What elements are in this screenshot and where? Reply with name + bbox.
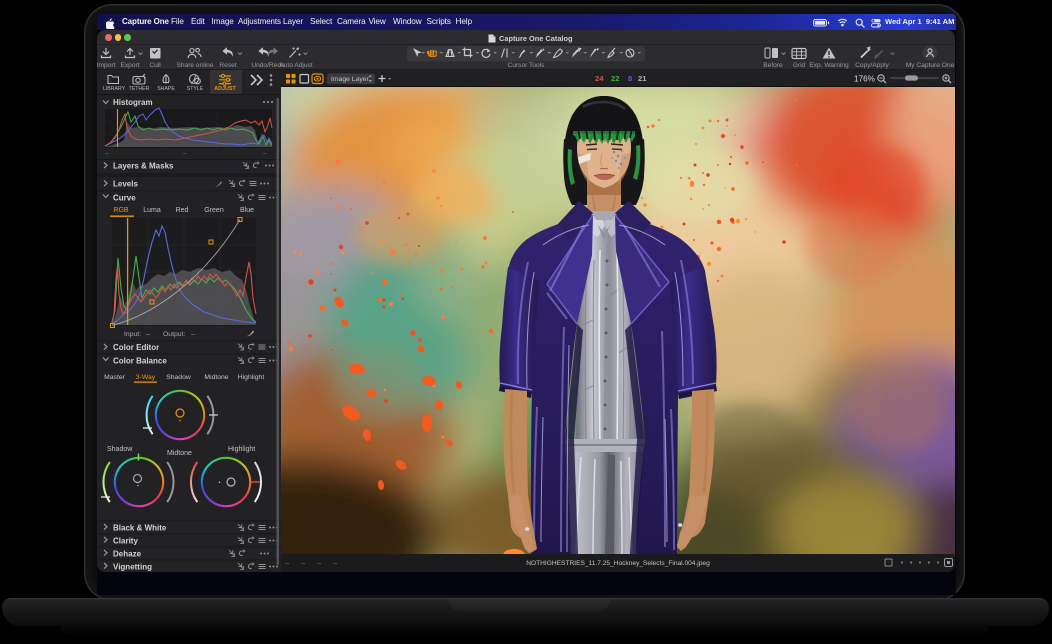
svg-text:Dehaze: Dehaze bbox=[113, 550, 142, 559]
svg-text:ADJUST: ADJUST bbox=[214, 86, 236, 92]
svg-text:8: 8 bbox=[628, 74, 632, 83]
svg-text:Green: Green bbox=[204, 207, 224, 214]
svg-text:3-Way: 3-Way bbox=[136, 374, 156, 381]
svg-text:Master: Master bbox=[104, 374, 126, 381]
svg-text:Red: Red bbox=[176, 207, 189, 214]
svg-text:Curve: Curve bbox=[113, 194, 136, 203]
svg-text:Histogram: Histogram bbox=[113, 98, 153, 107]
svg-text:--: -- bbox=[301, 560, 305, 567]
svg-text:Levels: Levels bbox=[113, 180, 138, 189]
svg-text:--: -- bbox=[191, 331, 196, 338]
svg-text:Color Balance: Color Balance bbox=[113, 357, 167, 366]
svg-text:Vignetting: Vignetting bbox=[113, 563, 152, 572]
svg-text:22: 22 bbox=[611, 74, 619, 83]
svg-text:--: -- bbox=[105, 151, 109, 157]
svg-text:Layers & Masks: Layers & Masks bbox=[113, 162, 174, 171]
svg-text:Highlight: Highlight bbox=[228, 446, 255, 453]
svg-text:--: -- bbox=[285, 560, 289, 567]
svg-text:Clarity: Clarity bbox=[113, 537, 138, 546]
svg-text:--: -- bbox=[146, 331, 151, 338]
svg-text:Midtone: Midtone bbox=[167, 450, 192, 457]
svg-text:--: -- bbox=[333, 560, 337, 567]
svg-text:SHAPE: SHAPE bbox=[157, 86, 175, 92]
svg-text:Shadow: Shadow bbox=[107, 446, 133, 453]
svg-text:--: -- bbox=[183, 151, 187, 157]
svg-text:Midtone: Midtone bbox=[204, 374, 228, 381]
svg-text:TETHER: TETHER bbox=[129, 86, 150, 92]
svg-text:Color Editor: Color Editor bbox=[113, 343, 159, 352]
svg-text:Shadow: Shadow bbox=[166, 374, 191, 381]
svg-text:RGB: RGB bbox=[113, 207, 129, 214]
svg-text:21: 21 bbox=[638, 74, 647, 83]
svg-text:--: -- bbox=[317, 560, 321, 567]
svg-text:NOTHIGHESTRIES_11.7.25_Hockney: NOTHIGHESTRIES_11.7.25_Hockney_Selects_F… bbox=[526, 560, 710, 567]
svg-text:176%: 176% bbox=[854, 75, 875, 84]
svg-text:STYLE: STYLE bbox=[187, 86, 204, 92]
svg-text:Highlight: Highlight bbox=[238, 374, 265, 381]
svg-text:LIBRARY: LIBRARY bbox=[103, 86, 126, 92]
svg-text:Image Layer: Image Layer bbox=[331, 76, 370, 83]
svg-text:--: -- bbox=[263, 151, 267, 157]
svg-text:Output:: Output: bbox=[163, 331, 185, 338]
svg-text:Luma: Luma bbox=[143, 207, 161, 214]
svg-text:24: 24 bbox=[595, 74, 604, 83]
svg-text:Black & White: Black & White bbox=[113, 524, 167, 533]
svg-text:Blue: Blue bbox=[240, 207, 254, 214]
svg-text:Input:: Input: bbox=[124, 331, 141, 338]
